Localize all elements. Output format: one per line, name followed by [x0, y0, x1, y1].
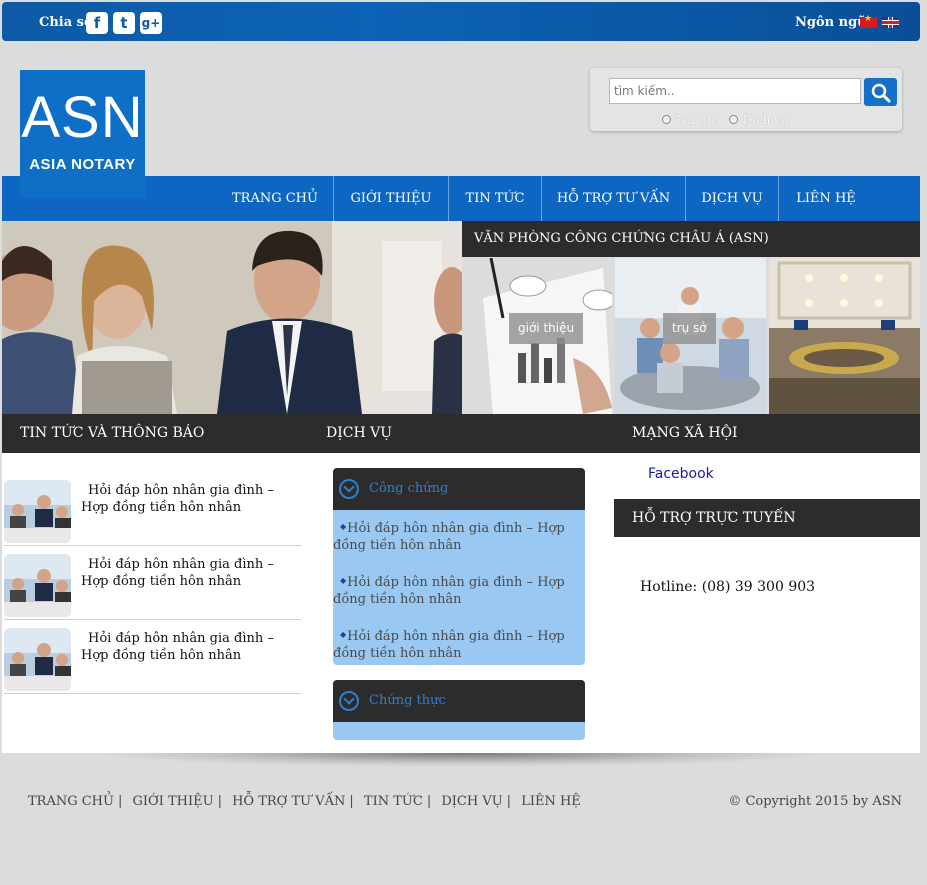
services-heading: DỊCH VỤ: [308, 414, 614, 453]
thumb-label-gioi-thieu: giới thiệu: [509, 313, 584, 344]
service-box-cong-chung: Công chứng ◆Hỏi đáp hôn nhân gia đình – …: [333, 468, 585, 665]
news-heading: TIN TỨC VÀ THÔNG BÁO: [2, 414, 308, 453]
chevron-down-icon: [339, 479, 359, 499]
search-input[interactable]: [609, 78, 861, 104]
logo-sub-text: ASIA NOTARY: [29, 156, 136, 173]
nav-divider: [448, 176, 449, 221]
footer-nav: TRANG CHỦ | GIỚI THIỆU | HỖ TRỢ TƯ VẤN | TI…: [28, 794, 581, 809]
chevron-down-icon: [339, 691, 359, 711]
service-link-text: Hỏi đáp hôn nhân gia đình – Hợp đồng tiề…: [333, 629, 565, 661]
service-link-text: Hỏi đáp hôn nhân gia đình – Hợp đồng tiề…: [333, 575, 565, 607]
search-panel: Tin tức Dịch vụ: [590, 68, 902, 131]
facebook-icon[interactable]: f: [86, 12, 108, 34]
thumb-label-tru-so: trụ sở: [663, 313, 716, 344]
meeting-photo: [4, 480, 71, 543]
service-box-title: Chứng thực: [369, 693, 446, 708]
footer-link-lien-he[interactable]: LIÊN HỆ: [521, 794, 581, 809]
radio-dich-vu[interactable]: [729, 115, 739, 124]
nav-divider: [541, 176, 542, 221]
radio-tin-tuc[interactable]: [662, 115, 671, 124]
nav-lien-he[interactable]: LIÊN HỆ: [782, 176, 870, 221]
footer-link-gioi-thieu[interactable]: GIỚI THIỆU: [133, 794, 214, 809]
thumb-gioi-thieu[interactable]: giới thiệu: [463, 258, 612, 414]
nav-divider: [685, 176, 686, 221]
bullet-icon: ◆: [340, 522, 347, 531]
news-item[interactable]: Hỏi đáp hôn nhân gia đình – Hợp đồng tiề…: [4, 472, 301, 546]
news-thumbnail: [4, 628, 71, 691]
hero-banner-image: [2, 221, 462, 414]
office-title: VĂN PHÒNG CÔNG CHỨNG CHÂU Á (ASN): [462, 221, 920, 257]
service-link[interactable]: ◆Hỏi đáp hôn nhân gia đình – Hợp đồng ti…: [333, 518, 585, 554]
news-title[interactable]: Hỏi đáp hôn nhân gia đình – Hợp đồng tiề…: [81, 630, 296, 664]
google-plus-icon[interactable]: g+: [140, 12, 162, 34]
news-item[interactable]: Hỏi đáp hôn nhân gia đình – Hợp đồng tiề…: [4, 620, 301, 694]
meeting-photo: [4, 554, 71, 617]
news-title[interactable]: Hỏi đáp hôn nhân gia đình – Hợp đồng tiề…: [81, 556, 296, 590]
footer-link-dich-vu[interactable]: DỊCH VỤ: [441, 794, 502, 809]
main-nav: TRANG CHỦ GIỚI THIỆU TIN TỨC HỖ TRỢ TƯ V…: [2, 176, 920, 221]
support-heading: HỖ TRỢ TRỰC TUYẾN: [614, 499, 920, 537]
nav-tin-tuc[interactable]: TIN TỨC: [452, 176, 538, 221]
uk-flag-icon[interactable]: [882, 17, 899, 28]
footer-link-tin-tuc[interactable]: TIN TỨC: [364, 794, 423, 809]
vietnam-flag-icon[interactable]: [860, 14, 877, 28]
radio-label-tin-tuc: Tin tức: [675, 113, 718, 127]
news-title[interactable]: Hỏi đáp hôn nhân gia đình – Hợp đồng tiề…: [81, 482, 296, 516]
facebook-link[interactable]: Facebook: [648, 466, 714, 482]
conference-room-image: [769, 258, 920, 414]
service-link[interactable]: ◆Hỏi đáp hôn nhân gia đình – Hợp đồng ti…: [333, 626, 585, 662]
news-thumbnail: [4, 554, 71, 617]
nav-dich-vu[interactable]: DỊCH VỤ: [689, 176, 775, 221]
share-label: Chia sẻ: [39, 15, 93, 30]
language-label: Ngôn ngữ: [795, 15, 867, 30]
news-item[interactable]: Hỏi đáp hôn nhân gia đình – Hợp đồng tiề…: [4, 546, 301, 620]
nav-ho-tro-tu-van[interactable]: HỖ TRỢ TƯ VẤN: [545, 176, 682, 221]
footer-link-trang-chu[interactable]: TRANG CHỦ: [28, 794, 114, 809]
service-box-title: Công chứng: [369, 481, 449, 496]
content-shadow: [90, 753, 830, 767]
radio-label-dich-vu: Dịch vụ: [742, 113, 789, 127]
bullet-icon: ◆: [340, 576, 347, 585]
search-scope: Tin tức Dịch vụ: [662, 113, 797, 127]
business-people-illustration: [2, 221, 462, 414]
search-icon: [871, 83, 891, 103]
footer-link-ho-tro-tu-van[interactable]: HỖ TRỢ TƯ VẤN: [232, 794, 345, 809]
meeting-photo: [4, 628, 71, 691]
social-heading: MẠNG XÃ HỘI: [614, 414, 920, 453]
nav-divider: [778, 176, 779, 221]
top-bar: Chia sẻ f t g+ Ngôn ngữ: [2, 2, 920, 41]
thumb-conference[interactable]: [769, 258, 920, 414]
service-box-header[interactable]: Công chứng: [333, 468, 585, 510]
service-link-text: Hỏi đáp hôn nhân gia đình – Hợp đồng tiề…: [333, 521, 565, 553]
service-box-chung-thuc: Chứng thực: [333, 680, 585, 740]
service-box-header[interactable]: Chứng thực: [333, 680, 585, 722]
twitter-icon[interactable]: t: [113, 12, 135, 34]
thumb-tru-so[interactable]: trụ sở: [615, 258, 766, 414]
news-thumbnail: [4, 480, 71, 543]
logo-main-text: ASN: [21, 85, 144, 150]
copyright: © Copyright 2015 by ASN: [728, 794, 902, 809]
nav-trang-chu[interactable]: TRANG CHỦ: [225, 176, 325, 221]
nav-divider: [333, 176, 334, 221]
hotline-text: Hotline: (08) 39 300 903: [640, 579, 816, 595]
bullet-icon: ◆: [340, 630, 347, 639]
search-button[interactable]: [864, 78, 897, 106]
service-link[interactable]: ◆Hỏi đáp hôn nhân gia đình – Hợp đồng ti…: [333, 572, 585, 608]
nav-gioi-thieu[interactable]: GIỚI THIỆU: [338, 176, 444, 221]
logo-overlap: [20, 176, 145, 198]
